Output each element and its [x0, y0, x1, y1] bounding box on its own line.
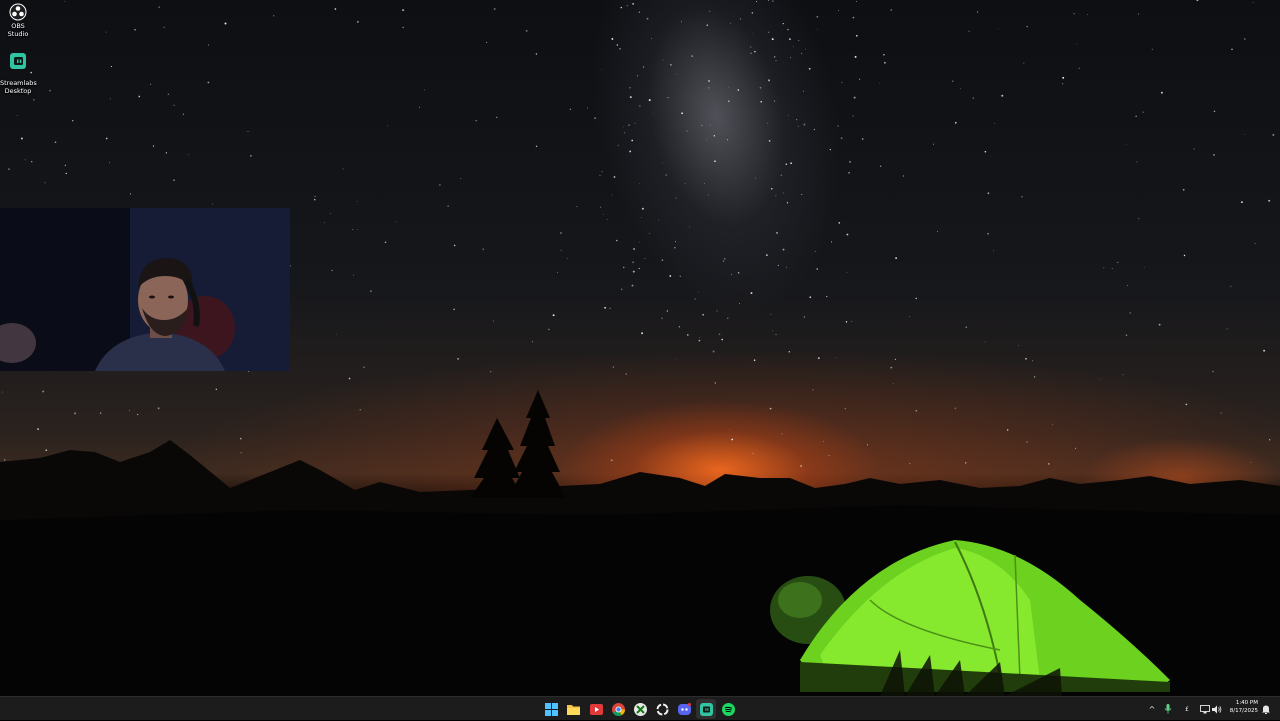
- streamlabs-desktop-icon: [10, 53, 26, 69]
- taskbar-xbox[interactable]: [630, 699, 650, 719]
- tray-overflow-chevron[interactable]: ^: [1146, 697, 1158, 721]
- webcam-overlay: [0, 208, 290, 371]
- pine-trees: [470, 390, 566, 498]
- notification-bell-icon: [1262, 705, 1270, 714]
- spotify-icon: [721, 702, 735, 716]
- taskbar-spotify[interactable]: [718, 699, 738, 719]
- desktop-icon-streamlabs-desktop[interactable]: Streamlabs Desktop: [0, 44, 37, 95]
- desktop-icon-obs-studio[interactable]: OBS Studio: [0, 3, 36, 38]
- taskbar-discord[interactable]: [674, 699, 694, 719]
- taskbar-media-player[interactable]: [586, 699, 606, 719]
- tray-notifications[interactable]: [1260, 697, 1272, 721]
- clock[interactable]: 1:40 PM 8/17/2025: [1230, 700, 1258, 715]
- clock-date: 8/17/2025: [1229, 707, 1258, 714]
- desktop-icon-label: OBS Studio: [7, 22, 29, 38]
- webcam-feed: [0, 208, 290, 371]
- network-icon: [1200, 704, 1210, 713]
- taskbar-chrome[interactable]: [608, 699, 628, 719]
- desktop-wallpaper: OBS Studio Streamlabs Desktop: [0, 0, 1280, 696]
- chrome-icon: [611, 702, 625, 716]
- desktop-icon-label: Streamlabs Desktop: [0, 79, 37, 95]
- taskbar-streamlabs[interactable]: [696, 699, 716, 719]
- media-player-icon: [589, 703, 603, 715]
- taskbar: ^ £ 1:40 PM 8/17/2025: [0, 696, 1280, 720]
- tray-volume[interactable]: [1211, 697, 1223, 721]
- start-button[interactable]: [541, 699, 561, 719]
- taskbar-file-explorer[interactable]: [563, 699, 583, 719]
- speaker-icon: [1212, 705, 1222, 713]
- chevron-up-icon: ^: [1148, 704, 1156, 714]
- taskbar-circle-app[interactable]: [652, 699, 672, 719]
- start-icon: [544, 702, 558, 716]
- tray-microphone[interactable]: [1161, 697, 1175, 721]
- streamlabs-icon: [699, 702, 713, 716]
- xbox-icon: [633, 702, 647, 716]
- tray-language[interactable]: £: [1180, 697, 1194, 721]
- microphone-icon: [1164, 704, 1172, 714]
- circle-app-icon: [656, 703, 668, 715]
- language-indicator: £: [1185, 705, 1189, 713]
- discord-icon: [677, 702, 691, 715]
- obs-studio-icon: [9, 3, 27, 21]
- file-explorer-icon: [566, 704, 580, 715]
- clock-time: 1:40 PM: [1235, 700, 1258, 706]
- tray-network[interactable]: [1199, 697, 1211, 721]
